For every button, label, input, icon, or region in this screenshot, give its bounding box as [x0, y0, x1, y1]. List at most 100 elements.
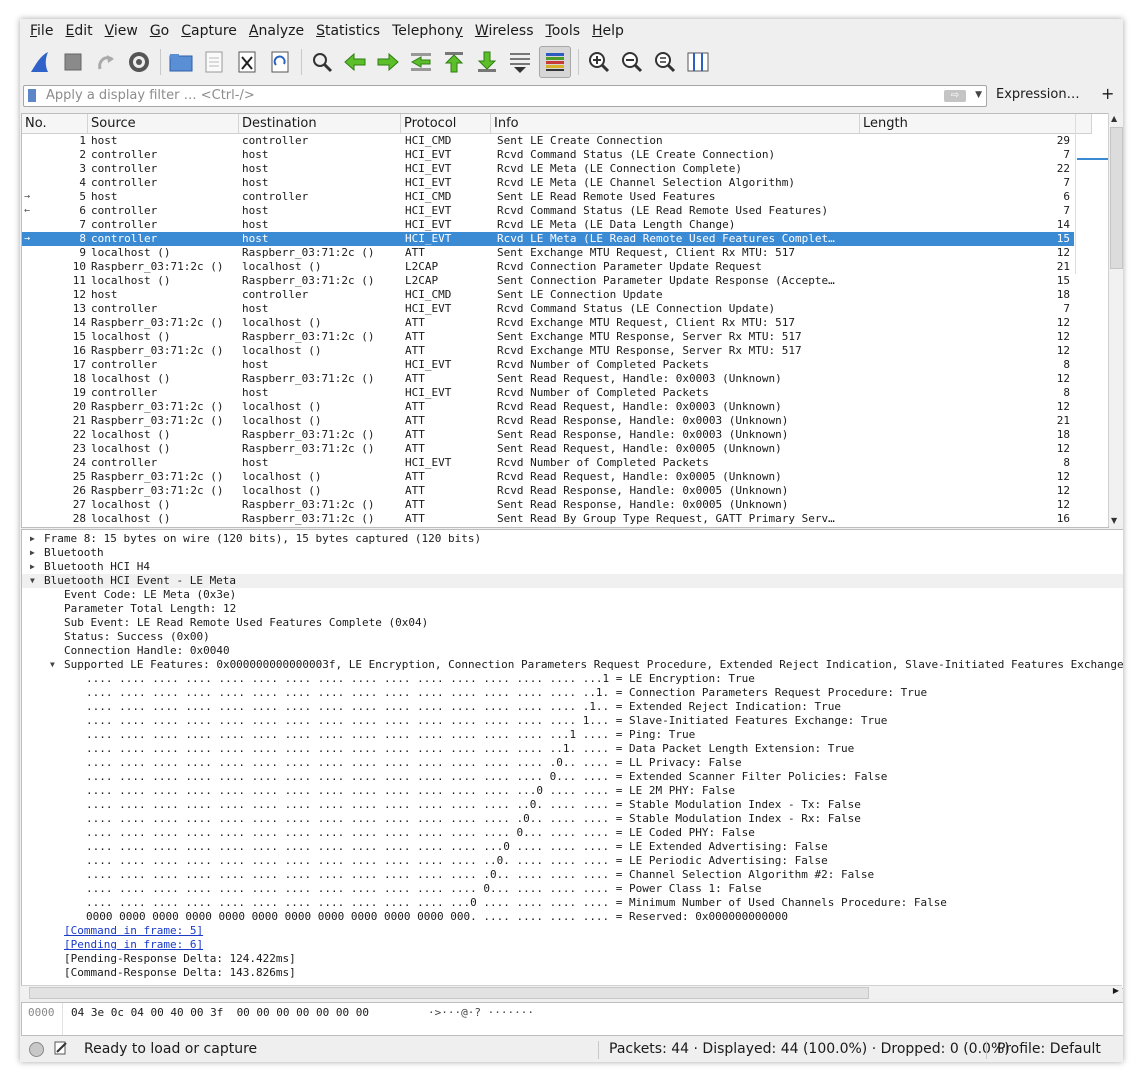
menu-item[interactable]: Statistics — [310, 19, 386, 43]
scroll-down-icon[interactable]: ▼ — [1111, 516, 1117, 525]
menu-item[interactable]: Help — [586, 19, 630, 43]
expand-right-icon[interactable]: ▶ — [30, 532, 35, 546]
column-header-no[interactable]: No. — [22, 114, 88, 133]
detail-row[interactable]: .... .... .... .... .... .... .... .... … — [22, 868, 1123, 882]
frame-link[interactable]: [Pending in frame: 6] — [64, 938, 203, 952]
restart-icon[interactable] — [92, 48, 120, 76]
detail-row[interactable]: Parameter Total Length: 12 — [22, 602, 1123, 616]
packet-row[interactable]: 13 controller host HCI_EVT Rcvd Command Stat… — [22, 302, 1074, 316]
packet-row[interactable]: → 5 host controller HCI_CMD Sent LE Read Remo… — [22, 190, 1074, 204]
go-to-packet-icon[interactable] — [407, 48, 435, 76]
packet-row[interactable]: 24 controller host HCI_EVT Rcvd Number of Co… — [22, 456, 1074, 470]
detail-row[interactable]: .... .... .... .... .... .... .... .... … — [22, 840, 1123, 854]
first-packet-icon[interactable] — [440, 48, 468, 76]
packet-row[interactable]: 14 Raspberr_03:71:2c () localhost () ATT Rcv… — [22, 316, 1074, 330]
packet-row[interactable]: 1 host controller HCI_CMD Sent LE Create Con… — [22, 134, 1074, 148]
capture-options-icon[interactable] — [125, 48, 153, 76]
stop-icon[interactable] — [59, 48, 87, 76]
details-horizontal-scrollbar[interactable]: ▶ — [21, 985, 1122, 999]
menu-item[interactable]: Wireless — [469, 19, 540, 43]
menu-item[interactable]: Go — [144, 19, 175, 43]
packet-row[interactable]: 3 controller host HCI_EVT Rcvd LE Meta (LE C… — [22, 162, 1074, 176]
add-filter-button[interactable]: + — [1101, 84, 1114, 103]
detail-row[interactable]: .... .... .... .... .... .... .... .... … — [22, 784, 1123, 798]
open-folder-icon[interactable] — [167, 48, 195, 76]
menu-item[interactable]: Edit — [59, 19, 98, 43]
apply-filter-arrow-icon[interactable]: ⇨ — [944, 90, 966, 102]
detail-row[interactable]: [Command in frame: 5] — [22, 924, 1123, 938]
detail-row[interactable]: .... .... .... .... .... .... .... .... … — [22, 770, 1123, 784]
packet-row[interactable]: 18 localhost () Raspberr_03:71:2c () ATT Sen… — [22, 372, 1074, 386]
detail-row[interactable]: .... .... .... .... .... .... .... .... … — [22, 896, 1123, 910]
last-packet-icon[interactable] — [473, 48, 501, 76]
scroll-right-icon[interactable]: ▶ — [1113, 986, 1119, 995]
column-header-destination[interactable]: Destination — [239, 114, 401, 133]
detail-row[interactable]: Connection Handle: 0x0040 — [22, 644, 1123, 658]
bytes-ascii[interactable]: ·>···@·? ······· — [428, 1006, 534, 1019]
shark-fin-icon[interactable] — [26, 48, 54, 76]
detail-row[interactable]: [Pending in frame: 6] — [22, 938, 1123, 952]
detail-row[interactable]: .... .... .... .... .... .... .... .... … — [22, 826, 1123, 840]
detail-row[interactable]: ▶ Bluetooth — [22, 546, 1123, 560]
expression-button[interactable]: Expression… — [996, 87, 1080, 102]
menu-item[interactable]: Tools — [540, 19, 587, 43]
expand-down-icon[interactable]: ▼ — [30, 574, 35, 588]
detail-row[interactable]: .... .... .... .... .... .... .... .... … — [22, 798, 1123, 812]
packet-row[interactable]: 11 localhost () Raspberr_03:71:2c () L2CAP S… — [22, 274, 1074, 288]
expand-right-icon[interactable]: ▶ — [30, 546, 35, 560]
packet-row[interactable]: 27 localhost () Raspberr_03:71:2c () ATT Sen… — [22, 498, 1074, 512]
packet-row[interactable]: 10 Raspberr_03:71:2c () localhost () L2CAP R… — [22, 260, 1074, 274]
detail-row[interactable]: .... .... .... .... .... .... .... .... … — [22, 854, 1123, 868]
zoom-normal-icon[interactable] — [651, 48, 679, 76]
menu-item[interactable]: Capture — [175, 19, 243, 43]
detail-row[interactable]: .... .... .... .... .... .... .... .... … — [22, 728, 1123, 742]
file-set-icon[interactable] — [200, 48, 228, 76]
column-header-protocol[interactable]: Protocol — [401, 114, 491, 133]
packet-row[interactable]: 2 controller host HCI_EVT Rcvd Command Statu… — [22, 148, 1074, 162]
packet-row[interactable]: 15 localhost () Raspberr_03:71:2c () ATT Sen… — [22, 330, 1074, 344]
packet-row[interactable]: → 8 controller host HCI_EVT Rcvd LE Meta (LE … — [22, 232, 1074, 246]
packet-row[interactable]: 19 controller host HCI_EVT Rcvd Number of Co… — [22, 386, 1074, 400]
close-file-icon[interactable] — [233, 48, 261, 76]
detail-row[interactable]: [Pending-Response Delta: 124.422ms] — [22, 952, 1123, 966]
packet-list[interactable]: No. Source Destination Protocol Info Len… — [21, 113, 1109, 528]
detail-row[interactable]: Sub Event: LE Read Remote Used Features … — [22, 616, 1123, 630]
find-icon[interactable] — [308, 48, 336, 76]
bytes-hex[interactable]: 04 3e 0c 04 00 40 00 3f 00 00 00 00 00 0… — [71, 1006, 369, 1019]
go-back-icon[interactable] — [341, 48, 369, 76]
packet-row[interactable]: 23 localhost () Raspberr_03:71:2c () ATT Sen… — [22, 442, 1074, 456]
packet-row[interactable]: 4 controller host HCI_EVT Rcvd LE Meta (LE C… — [22, 176, 1074, 190]
packet-row[interactable]: 26 Raspberr_03:71:2c () localhost () ATT Rcv… — [22, 484, 1074, 498]
colorize-icon[interactable] — [539, 46, 571, 78]
frame-link[interactable]: [Command in frame: 5] — [64, 924, 203, 938]
packet-row[interactable]: 28 localhost () Raspberr_03:71:2c () ATT Sen… — [22, 512, 1074, 526]
menu-item[interactable]: View — [99, 19, 144, 43]
packet-row[interactable]: 9 localhost () Raspberr_03:71:2c () ATT Sent… — [22, 246, 1074, 260]
packet-row[interactable]: 16 Raspberr_03:71:2c () localhost () ATT Rcv… — [22, 344, 1074, 358]
column-header-length[interactable]: Length — [860, 114, 1092, 133]
filter-bookmark-icon[interactable] — [28, 89, 36, 102]
packet-row[interactable]: 21 Raspberr_03:71:2c () localhost () ATT Rcv… — [22, 414, 1074, 428]
display-filter-input[interactable]: Apply a display filter … <Ctrl-/> ⇨ ▼ — [23, 85, 987, 107]
detail-row[interactable]: ▼ Supported LE Features: 0x00000000000000… — [22, 658, 1123, 672]
packet-row[interactable]: 20 Raspberr_03:71:2c () localhost () ATT Rcv… — [22, 400, 1074, 414]
menu-item[interactable]: Telephony — [386, 19, 469, 43]
packet-row[interactable]: 25 Raspberr_03:71:2c () localhost () ATT Rcv… — [22, 470, 1074, 484]
detail-row[interactable]: .... .... .... .... .... .... .... .... … — [22, 714, 1123, 728]
detail-row[interactable]: .... .... .... .... .... .... .... .... … — [22, 812, 1123, 826]
detail-row[interactable]: ▼ Bluetooth HCI Event - LE Meta — [22, 574, 1123, 588]
go-forward-icon[interactable] — [374, 48, 402, 76]
expand-right-icon[interactable]: ▶ — [30, 560, 35, 574]
zoom-in-icon[interactable] — [585, 48, 613, 76]
detail-row[interactable]: .... .... .... .... .... .... .... .... … — [22, 756, 1123, 770]
packet-row[interactable]: 17 controller host HCI_EVT Rcvd Number of Co… — [22, 358, 1074, 372]
scroll-up-icon[interactable]: ▲ — [1111, 114, 1117, 123]
detail-row[interactable]: Status: Success (0x00) — [22, 630, 1123, 644]
detail-row[interactable]: 0000 0000 0000 0000 0000 0000 0000 0000 … — [22, 910, 1123, 924]
menu-item[interactable]: Analyze — [243, 19, 310, 43]
detail-row[interactable]: .... .... .... .... .... .... .... .... … — [22, 700, 1123, 714]
resize-columns-icon[interactable] — [684, 48, 712, 76]
autoscroll-icon[interactable] — [506, 48, 534, 76]
status-profile[interactable]: Profile: Default — [997, 1041, 1101, 1057]
zoom-out-icon[interactable] — [618, 48, 646, 76]
